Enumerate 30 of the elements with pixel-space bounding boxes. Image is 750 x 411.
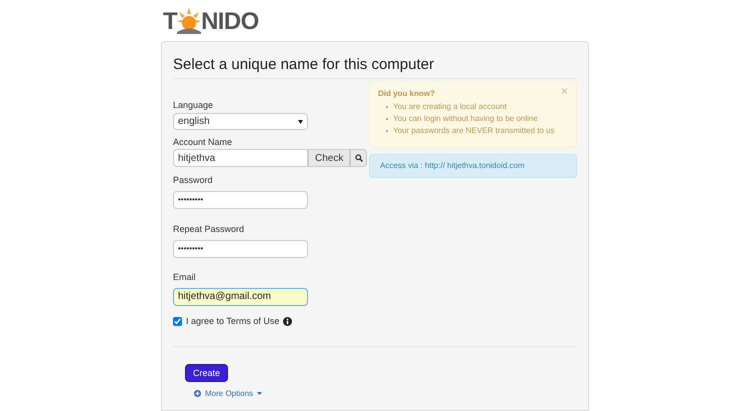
info-item: You are creating a local account	[393, 101, 507, 113]
email-field[interactable]: hitjethva@gmail.com	[173, 288, 308, 306]
account-name-field[interactable]: hitjethva	[173, 149, 308, 167]
logo-text: NIDO	[201, 10, 259, 34]
terms-label: I agree to Terms of Use	[186, 315, 280, 328]
plus-circle-icon	[194, 390, 201, 397]
search-icon	[354, 154, 363, 162]
search-button[interactable]	[350, 149, 368, 167]
more-options-link[interactable]: More Options	[194, 388, 577, 400]
create-button[interactable]: Create	[185, 364, 228, 382]
info-title: Did you know?	[378, 88, 435, 100]
info-icon	[283, 317, 292, 326]
info-item: Your passwords are NEVER transmitted to us	[393, 125, 555, 137]
sun-icon	[177, 8, 202, 34]
password-field[interactable]: •••••••••	[173, 190, 308, 208]
field-label: Language	[173, 100, 214, 111]
page-title: Select a unique name for this computer	[173, 55, 577, 79]
terms-checkbox[interactable]	[173, 317, 182, 326]
logo-text: T	[163, 10, 178, 34]
repeat-password-field[interactable]: •••••••••	[173, 240, 308, 258]
field-label: Repeat Password	[173, 224, 246, 235]
field-label: Account Name	[173, 137, 234, 148]
access-link-info: Access via : http:// hitjethva.tonidoid.com	[369, 154, 577, 178]
info-item: You can login without having to be online	[393, 113, 538, 125]
caret-icon	[257, 392, 262, 395]
check-button[interactable]: Check	[308, 149, 350, 167]
language-select[interactable]: english	[173, 113, 308, 130]
field-label: Email	[173, 272, 197, 283]
caret-icon	[298, 120, 303, 124]
field-label: Password	[173, 175, 214, 186]
